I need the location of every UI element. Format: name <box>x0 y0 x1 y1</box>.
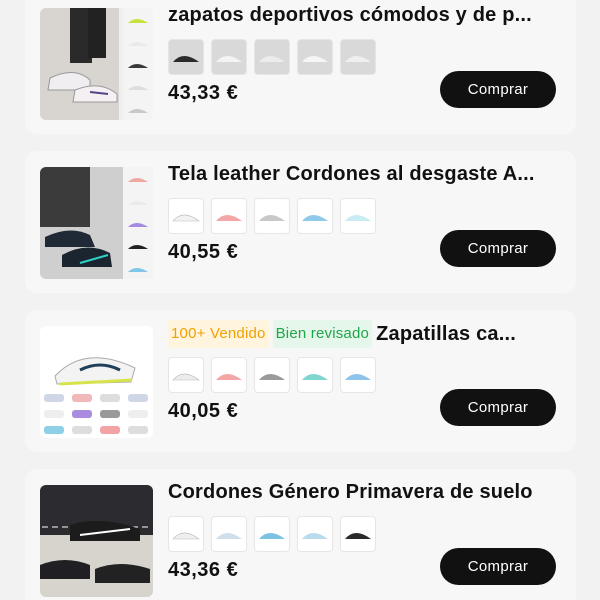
variant-thumbnails <box>168 198 376 234</box>
variant-thumbnail[interactable] <box>297 357 333 393</box>
review-badge: Bien revisado <box>272 320 373 348</box>
variant-thumbnail[interactable] <box>254 357 290 393</box>
product-title-text: Zapatillas ca... <box>376 323 517 345</box>
product-price: 40,05 € <box>168 400 239 422</box>
product-list: zapatos deportivos cómodos y de p... 43,… <box>0 0 600 600</box>
product-image[interactable] <box>40 8 153 120</box>
variant-thumbnails <box>168 39 376 75</box>
buy-button[interactable]: Comprar <box>440 230 556 267</box>
product-card[interactable]: 100+ Vendido Bien revisado Zapatillas ca..… <box>25 310 576 452</box>
product-card[interactable]: zapatos deportivos cómodos y de p... 43,… <box>25 0 576 134</box>
variant-thumbnail[interactable] <box>168 516 204 552</box>
product-image[interactable] <box>40 326 153 438</box>
variant-thumbnails <box>168 357 376 393</box>
variant-thumbnail[interactable] <box>254 39 290 75</box>
sold-badge: 100+ Vendido <box>168 320 269 348</box>
product-card[interactable]: Tela leather Cordones al desgaste A... 4… <box>25 151 576 293</box>
variant-thumbnail[interactable] <box>297 39 333 75</box>
variant-thumbnail[interactable] <box>211 357 247 393</box>
variant-thumbnail[interactable] <box>168 39 204 75</box>
variant-thumbnail[interactable] <box>211 198 247 234</box>
product-price: 40,55 € <box>168 241 239 263</box>
variant-thumbnail[interactable] <box>297 516 333 552</box>
product-price: 43,36 € <box>168 559 239 581</box>
product-price: 43,33 € <box>168 82 239 104</box>
variant-thumbnail[interactable] <box>168 198 204 234</box>
variant-thumbnail[interactable] <box>211 39 247 75</box>
variant-thumbnail[interactable] <box>168 357 204 393</box>
buy-button[interactable]: Comprar <box>440 548 556 585</box>
buy-button[interactable]: Comprar <box>440 71 556 108</box>
product-title[interactable]: zapatos deportivos cómodos y de p... <box>168 2 563 28</box>
product-image[interactable] <box>40 167 153 279</box>
variant-thumbnail[interactable] <box>297 198 333 234</box>
product-title[interactable]: Cordones Género Primavera de suelo <box>168 479 563 505</box>
variant-thumbnail[interactable] <box>340 516 376 552</box>
variant-thumbnail[interactable] <box>340 39 376 75</box>
variant-thumbnail[interactable] <box>340 357 376 393</box>
variant-thumbnail[interactable] <box>254 516 290 552</box>
product-title[interactable]: Tela leather Cordones al desgaste A... <box>168 161 563 187</box>
variant-thumbnail[interactable] <box>254 198 290 234</box>
product-title[interactable]: 100+ Vendido Bien revisado Zapatillas ca..… <box>168 320 563 348</box>
variant-thumbnail[interactable] <box>340 198 376 234</box>
product-image[interactable] <box>40 485 153 597</box>
variant-thumbnails <box>168 516 376 552</box>
variant-thumbnail[interactable] <box>211 516 247 552</box>
product-card[interactable]: Cordones Género Primavera de suelo 43,36… <box>25 469 576 600</box>
buy-button[interactable]: Comprar <box>440 389 556 426</box>
